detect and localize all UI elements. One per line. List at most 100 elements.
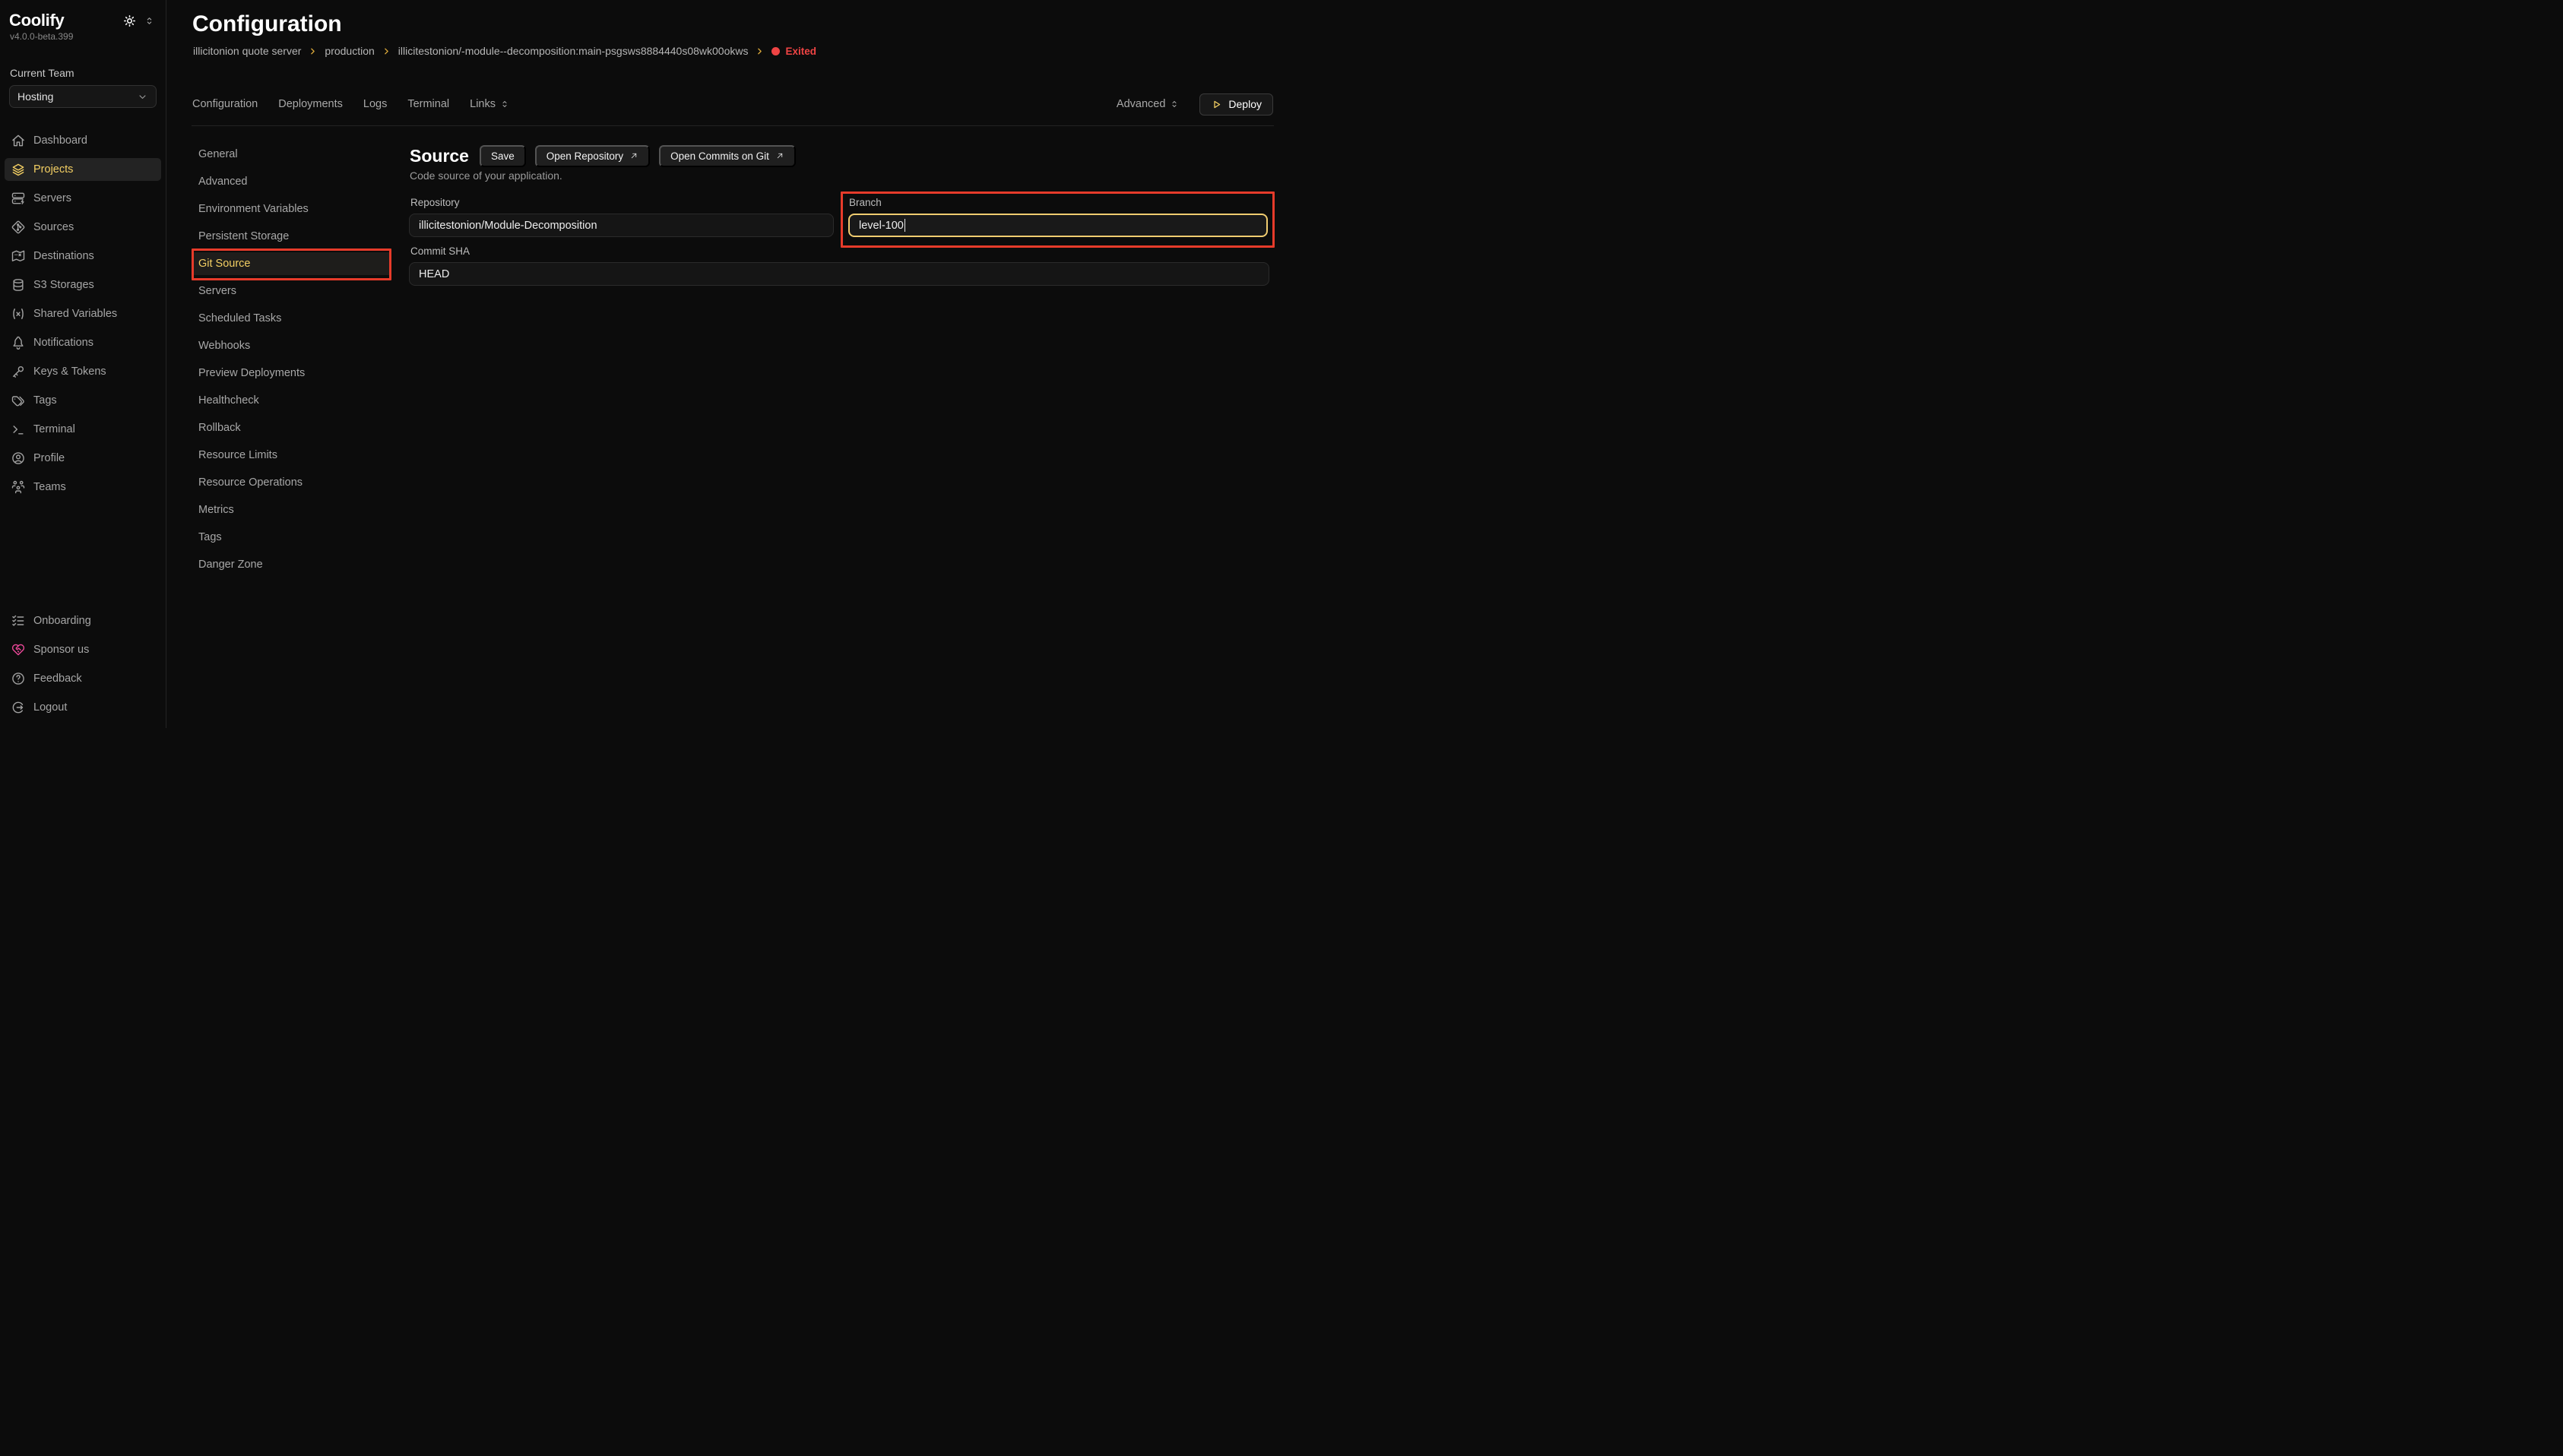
sidebar-item-destinations[interactable]: Destinations [5, 245, 161, 267]
subnav-item-servers[interactable]: Servers [192, 280, 391, 302]
sidebar-item-sponsor[interactable]: Sponsor us [5, 638, 161, 661]
breadcrumb-resource[interactable]: illicitestonion/-module--decomposition:m… [398, 45, 749, 57]
chevron-right-icon [308, 46, 318, 56]
app-version: v4.0.0-beta.399 [0, 30, 166, 42]
sidebar-item-servers[interactable]: Servers [5, 187, 161, 210]
subnav-item-resource-limits[interactable]: Resource Limits [192, 444, 391, 467]
deploy-button[interactable]: Deploy [1199, 93, 1273, 116]
settings-subnav: General Advanced Environment Variables P… [192, 143, 391, 581]
key-icon [11, 364, 26, 379]
commit-sha-input[interactable]: HEAD [409, 262, 1269, 286]
sidebar-item-dashboard[interactable]: Dashboard [5, 129, 161, 152]
branch-input[interactable]: level-100 [848, 214, 1268, 237]
sidebar-item-shared-variables[interactable]: Shared Variables [5, 302, 161, 325]
subnav-item-general[interactable]: General [192, 143, 391, 166]
help-icon [11, 671, 26, 686]
sidebar-item-logout[interactable]: Logout [5, 696, 161, 719]
current-team-label: Current Team [10, 67, 166, 79]
sidebar-item-onboarding[interactable]: Onboarding [5, 609, 161, 632]
git-icon [11, 220, 26, 235]
heart-hands-icon [11, 642, 26, 657]
checklist-icon [11, 613, 26, 628]
chevron-updown-icon [499, 99, 510, 109]
breadcrumb-project[interactable]: illicitonion quote server [193, 45, 301, 57]
sidebar-footer: Onboarding Sponsor us Feedback Logout [5, 609, 161, 719]
sidebar-item-feedback[interactable]: Feedback [5, 667, 161, 690]
tab-links[interactable]: Links [470, 98, 510, 110]
subnav-item-persistent-storage[interactable]: Persistent Storage [192, 225, 391, 248]
users-icon [11, 480, 26, 495]
subnav-item-webhooks[interactable]: Webhooks [192, 334, 391, 357]
save-button[interactable]: Save [480, 145, 526, 167]
app-logo[interactable]: Coolify [9, 11, 64, 30]
variable-icon [11, 306, 26, 321]
status-text: Exited [785, 46, 816, 57]
text-cursor [904, 219, 906, 232]
team-select-value: Hosting [17, 90, 53, 103]
source-heading: Source [410, 146, 469, 166]
logout-icon [11, 700, 26, 715]
subnav-item-git-source[interactable]: Git Source [192, 252, 391, 275]
arrow-up-right-icon [629, 151, 638, 160]
sidebar-item-profile[interactable]: Profile [5, 447, 161, 470]
status-dot-icon [771, 47, 780, 55]
theme-selector-icon[interactable] [144, 15, 155, 27]
sidebar-nav: Dashboard Projects Servers Sources Desti… [0, 129, 166, 499]
tab-logs[interactable]: Logs [363, 98, 387, 110]
sidebar: Coolify v4.0.0-beta.399 Current Team Hos… [0, 0, 166, 728]
chevron-down-icon [137, 91, 148, 103]
source-description: Code source of your application. [410, 169, 562, 182]
home-icon [11, 133, 26, 148]
play-icon [1211, 99, 1222, 110]
breadcrumb-environment[interactable]: production [325, 45, 374, 57]
subnav-item-scheduled-tasks[interactable]: Scheduled Tasks [192, 307, 391, 330]
coolify-app: Coolify v4.0.0-beta.399 Current Team Hos… [0, 0, 1282, 728]
sidebar-item-notifications[interactable]: Notifications [5, 331, 161, 354]
database-icon [11, 277, 26, 293]
tab-bar: Configuration Deployments Logs Terminal … [192, 93, 1273, 116]
sidebar-item-sources[interactable]: Sources [5, 216, 161, 239]
bell-icon [11, 335, 26, 350]
chevron-right-icon [382, 46, 391, 56]
sidebar-item-projects[interactable]: Projects [5, 158, 161, 181]
subnav-item-danger-zone[interactable]: Danger Zone [192, 553, 391, 576]
subnav-item-preview-deployments[interactable]: Preview Deployments [192, 362, 391, 385]
breadcrumb: illicitonion quote server production ill… [193, 45, 816, 57]
subnav-item-metrics[interactable]: Metrics [192, 499, 391, 521]
status-badge: Exited [771, 46, 816, 57]
subnav-item-rollback[interactable]: Rollback [192, 416, 391, 439]
sidebar-item-tags[interactable]: Tags [5, 389, 161, 412]
chevron-right-icon [755, 46, 765, 56]
subnav-item-environment-variables[interactable]: Environment Variables [192, 198, 391, 220]
open-commits-button[interactable]: Open Commits on Git [659, 145, 796, 167]
chevron-updown-icon [1169, 99, 1180, 109]
sun-theme-icon[interactable] [122, 14, 137, 28]
open-repository-button[interactable]: Open Repository [535, 145, 650, 167]
user-icon [11, 451, 26, 466]
sidebar-item-keys-tokens[interactable]: Keys & Tokens [5, 360, 161, 383]
tags-icon [11, 393, 26, 408]
sidebar-item-teams[interactable]: Teams [5, 476, 161, 499]
subnav-item-healthcheck[interactable]: Healthcheck [192, 389, 391, 412]
tab-deployments[interactable]: Deployments [278, 98, 343, 110]
arrow-up-right-icon [775, 151, 784, 160]
subnav-item-resource-operations[interactable]: Resource Operations [192, 471, 391, 494]
sidebar-item-s3-storages[interactable]: S3 Storages [5, 274, 161, 296]
page-title: Configuration [192, 11, 342, 37]
source-header-row: Source Save Open Repository Open Commits… [410, 144, 796, 167]
branch-label: Branch [849, 197, 882, 208]
subnav-item-advanced[interactable]: Advanced [192, 170, 391, 193]
server-icon [11, 191, 26, 206]
map-icon [11, 248, 26, 264]
terminal-icon [11, 422, 26, 437]
team-select[interactable]: Hosting [9, 85, 157, 108]
subnav-item-tags[interactable]: Tags [192, 526, 391, 549]
sidebar-item-terminal[interactable]: Terminal [5, 418, 161, 441]
header-divider [192, 125, 1274, 126]
tab-terminal[interactable]: Terminal [407, 98, 449, 110]
repository-label: Repository [410, 197, 460, 208]
layers-icon [11, 162, 26, 177]
advanced-menu[interactable]: Advanced [1117, 98, 1180, 110]
repository-input[interactable]: illicitestonion/Module-Decomposition [409, 214, 834, 237]
tab-configuration[interactable]: Configuration [192, 98, 258, 110]
